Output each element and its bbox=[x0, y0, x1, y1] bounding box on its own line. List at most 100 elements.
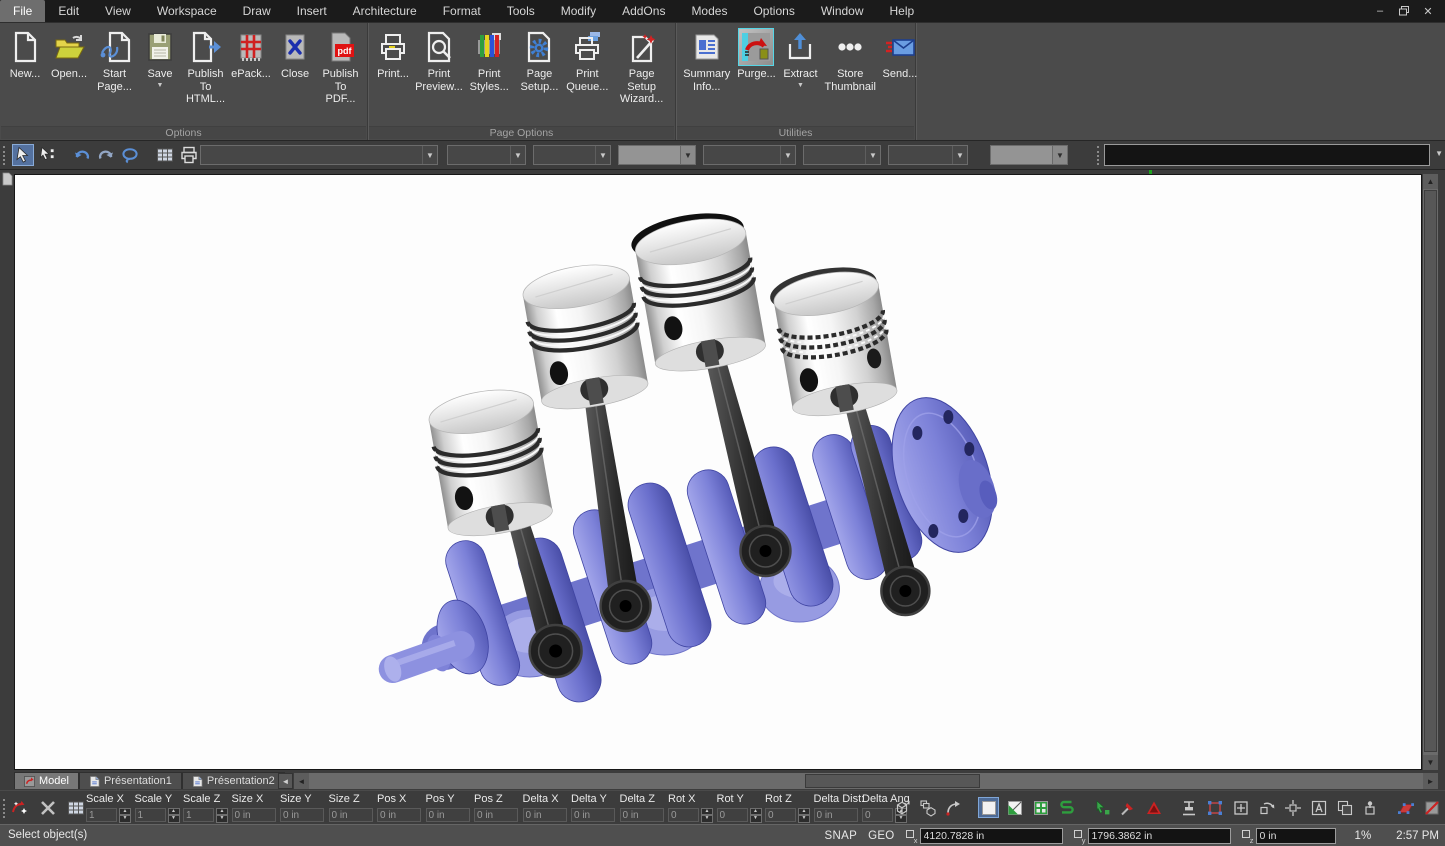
coordinate-field[interactable] bbox=[1256, 828, 1336, 844]
vertical-scrollbar-thumb[interactable] bbox=[1424, 190, 1437, 752]
new-button[interactable]: New... ▼ bbox=[4, 26, 46, 108]
toolbar-grip[interactable] bbox=[3, 799, 6, 818]
drawing-canvas[interactable] bbox=[14, 174, 1422, 770]
menu-item[interactable]: Architecture bbox=[340, 0, 430, 22]
render-draft-icon[interactable] bbox=[1030, 797, 1051, 818]
tab-presentation1[interactable]: Présentation1 bbox=[79, 772, 182, 789]
menu-item[interactable]: Workspace bbox=[144, 0, 230, 22]
rot-x-field[interactable] bbox=[668, 808, 699, 822]
print-styles-button[interactable]: Print Styles... ▼ bbox=[464, 26, 515, 108]
close-button[interactable]: ✕ bbox=[1419, 4, 1437, 19]
pin-box-icon[interactable] bbox=[1360, 797, 1381, 818]
toolbar-grip[interactable] bbox=[1097, 146, 1100, 165]
menu-item[interactable]: Tools bbox=[494, 0, 548, 22]
pick-reference-icon[interactable] bbox=[10, 798, 30, 818]
page-setup-wizard-button[interactable]: Page Setup Wizard... ▼ bbox=[612, 26, 671, 108]
print-queue-button[interactable]: Print Queue... ▼ bbox=[564, 26, 610, 108]
toolbar-combo-1[interactable]: ▼ bbox=[200, 145, 438, 165]
lasso-select-icon[interactable] bbox=[119, 144, 141, 166]
axis-lock-icon[interactable]: y bbox=[1074, 829, 1085, 844]
scale-z-field[interactable] bbox=[183, 808, 214, 822]
node-select-icon[interactable] bbox=[36, 144, 58, 166]
array-grid-icon[interactable] bbox=[1230, 797, 1251, 818]
no-workplane-icon[interactable] bbox=[1421, 797, 1442, 818]
size-x-field[interactable] bbox=[232, 808, 276, 822]
save-button[interactable]: Save ▼ bbox=[139, 26, 181, 108]
spinner-control[interactable]: ▲▼ bbox=[750, 808, 762, 823]
menu-item[interactable]: Modify bbox=[548, 0, 609, 22]
axis-lock-icon[interactable]: x bbox=[906, 829, 917, 844]
spinner-control[interactable]: ▲▼ bbox=[798, 808, 810, 823]
coordinate-field[interactable] bbox=[1088, 828, 1231, 844]
deselect-icon[interactable] bbox=[38, 798, 58, 818]
delta-ang-field[interactable] bbox=[862, 808, 893, 822]
redo-icon[interactable] bbox=[95, 144, 117, 166]
publish-to-pdf-button[interactable]: Publish To PDF... ▼ bbox=[318, 26, 363, 108]
render-advanced-icon[interactable] bbox=[1056, 797, 1077, 818]
vertical-scrollbar[interactable]: ▲ ▼ bbox=[1423, 174, 1438, 770]
menu-item[interactable]: Help bbox=[877, 0, 928, 22]
chevron-down-icon[interactable]: ▼ bbox=[1435, 149, 1443, 158]
toolbar-combo-4[interactable]: ▼ bbox=[618, 145, 696, 165]
publish-to-html-button[interactable]: Publish To HTML... ▼ bbox=[183, 26, 228, 108]
select-render-icon[interactable] bbox=[1091, 797, 1112, 818]
minimize-button[interactable]: – bbox=[1371, 4, 1389, 19]
open-button[interactable]: Open... ▼ bbox=[48, 26, 90, 108]
purge-button[interactable]: Purge... ▼ bbox=[735, 26, 777, 95]
scroll-left-icon[interactable]: ◄ bbox=[294, 773, 309, 789]
undo-icon[interactable] bbox=[71, 144, 93, 166]
pos-x-field[interactable] bbox=[377, 808, 421, 822]
page-setup-button[interactable]: Page Setup... ▼ bbox=[517, 26, 563, 108]
geo-toggle[interactable]: GEO bbox=[868, 830, 894, 842]
spinner-control[interactable]: ▲▼ bbox=[701, 808, 713, 823]
ucs-world-icon[interactable] bbox=[891, 797, 912, 818]
pos-y-field[interactable] bbox=[426, 808, 470, 822]
tab-presentation2[interactable]: Présentation2 bbox=[182, 772, 285, 789]
delta-y-field[interactable] bbox=[571, 808, 615, 822]
extract-button[interactable]: Extract ▼ bbox=[779, 26, 821, 95]
horizontal-scrollbar[interactable]: ◄ ► bbox=[294, 773, 1438, 789]
letter-box-icon[interactable] bbox=[1308, 797, 1329, 818]
restore-button[interactable] bbox=[1395, 4, 1413, 19]
store-thumbnail-button[interactable]: Store Thumbnail ▼ bbox=[823, 26, 876, 95]
press-fit-icon[interactable] bbox=[1178, 797, 1199, 818]
delta-z-field[interactable] bbox=[620, 808, 664, 822]
menu-item[interactable]: File bbox=[0, 0, 45, 22]
scroll-up-icon[interactable]: ▲ bbox=[1423, 174, 1438, 189]
rot-y-field[interactable] bbox=[717, 808, 748, 822]
scroll-right-icon[interactable]: ► bbox=[1423, 773, 1438, 789]
menu-item[interactable]: Modes bbox=[678, 0, 740, 22]
toolbar-grip[interactable] bbox=[3, 146, 6, 165]
scale-x-field[interactable] bbox=[86, 808, 117, 822]
menu-item[interactable]: Draw bbox=[230, 0, 284, 22]
print-preview-button[interactable]: Print Preview... ▼ bbox=[416, 26, 462, 108]
menu-item[interactable]: Format bbox=[430, 0, 494, 22]
delta-dist-field[interactable] bbox=[814, 808, 858, 822]
scale-y-field[interactable] bbox=[135, 808, 166, 822]
ucs-copy-icon[interactable] bbox=[917, 797, 938, 818]
bend-arrow-icon[interactable] bbox=[943, 797, 964, 818]
render-full-icon[interactable] bbox=[978, 797, 999, 818]
toolbar-combo-5[interactable]: ▼ bbox=[703, 145, 796, 165]
scroll-down-icon[interactable]: ▼ bbox=[1423, 755, 1438, 770]
toolbar-combo-7[interactable]: ▼ bbox=[888, 145, 968, 165]
start-page-button[interactable]: Start Page... ▼ bbox=[92, 26, 137, 108]
render-hidden-line-icon[interactable] bbox=[1004, 797, 1025, 818]
axis-lock-icon[interactable]: z bbox=[1242, 829, 1253, 844]
rot-z-field[interactable] bbox=[765, 808, 796, 822]
size-y-field[interactable] bbox=[280, 808, 324, 822]
selection-info-icon[interactable] bbox=[154, 144, 176, 166]
tab-scroll-left-button[interactable]: ◄ bbox=[278, 773, 293, 789]
send-button[interactable]: Send... ▼ bbox=[879, 26, 921, 95]
close-button[interactable]: Close ▼ bbox=[274, 26, 316, 108]
menu-item[interactable]: AddOns bbox=[609, 0, 678, 22]
menu-item[interactable]: Edit bbox=[45, 0, 92, 22]
menu-item[interactable]: Options bbox=[740, 0, 807, 22]
workplane-icon[interactable] bbox=[1395, 797, 1416, 818]
material-brush-icon[interactable] bbox=[1117, 797, 1138, 818]
menu-item[interactable]: Window bbox=[808, 0, 877, 22]
menu-item[interactable]: View bbox=[92, 0, 144, 22]
toolbar-combo-2[interactable]: ▼ bbox=[447, 145, 526, 165]
light-warning-icon[interactable] bbox=[1143, 797, 1164, 818]
summary-info-button[interactable]: Summary Info... ▼ bbox=[680, 26, 733, 95]
